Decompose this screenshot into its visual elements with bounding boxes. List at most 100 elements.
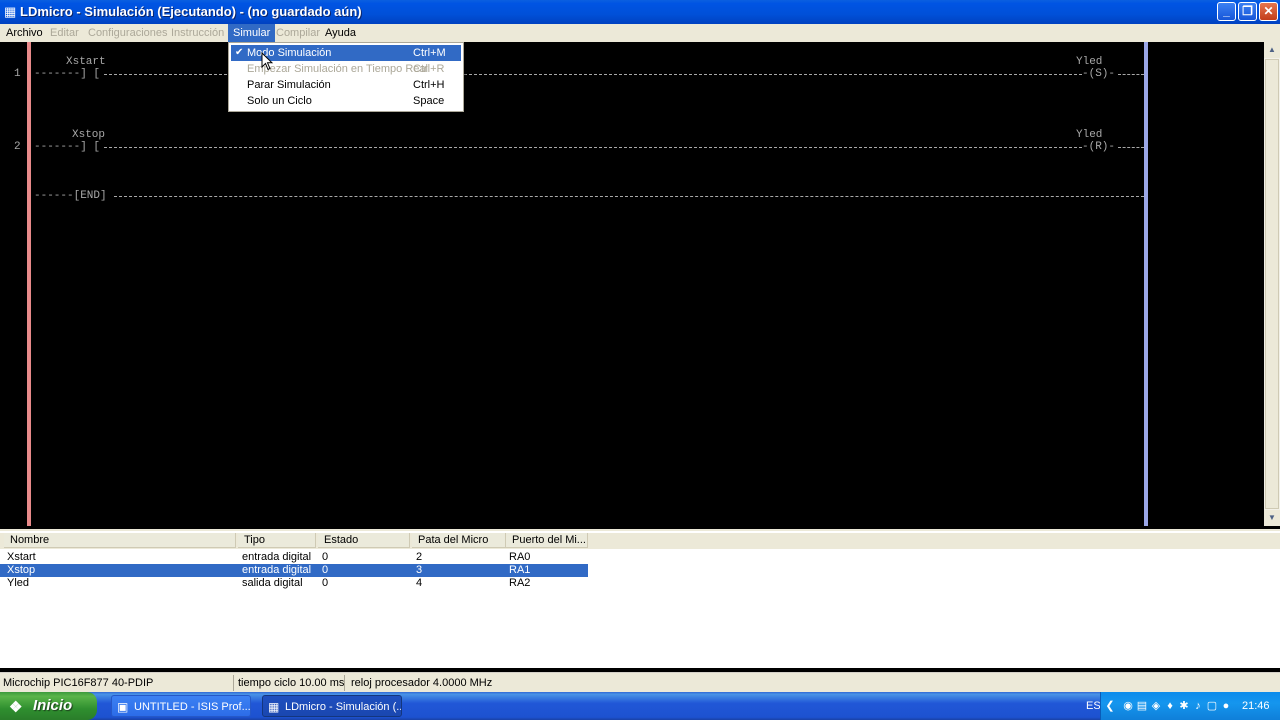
coil-name[interactable]: Yled xyxy=(1076,56,1102,68)
right-power-rail xyxy=(1144,42,1148,526)
left-power-rail xyxy=(27,42,31,526)
contact-symbol[interactable]: -------] [ xyxy=(34,141,100,153)
coil-name[interactable]: Yled xyxy=(1076,129,1102,141)
end-marker: ------[END] xyxy=(34,190,107,202)
menu-item-label: Parar Simulación xyxy=(247,79,331,91)
menu-item-shortcut: Ctrl+M xyxy=(413,47,446,59)
status-cycle: tiempo ciclo 10.00 ms xyxy=(238,677,345,689)
io-list-header: Nombre Tipo Estado Pata del Micro Puerto… xyxy=(0,533,1280,549)
menu-simular[interactable]: Simular xyxy=(228,24,276,42)
start-label: Inicio xyxy=(33,697,73,714)
contact-symbol[interactable]: -------] [ xyxy=(34,68,100,80)
status-divider xyxy=(344,675,345,691)
scroll-down-icon[interactable]: ▼ xyxy=(1264,510,1280,526)
col-header-pata[interactable]: Pata del Micro xyxy=(412,533,506,548)
cell-nombre: Xstop xyxy=(7,564,36,576)
rung-wire xyxy=(1118,74,1144,75)
cell-pata: 4 xyxy=(416,577,423,589)
cell-nombre: Xstart xyxy=(7,551,36,563)
col-header-nombre[interactable]: Nombre xyxy=(4,533,236,548)
cell-puerto: RA1 xyxy=(509,564,531,576)
menu-item-shortcut: Ctrl+R xyxy=(413,63,445,75)
tray-app-icon[interactable]: ✱ xyxy=(1177,699,1191,713)
maximize-button[interactable]: ❐ xyxy=(1238,2,1257,21)
ldmicro-icon: ▦ xyxy=(268,700,280,714)
clock[interactable]: 21:46 xyxy=(1242,700,1270,712)
menu-item-shortcut: Space xyxy=(413,95,445,107)
taskbar-item-isis[interactable]: ▣ UNTITLED - ISIS Prof... xyxy=(111,695,251,717)
taskbar-item-ldmicro[interactable]: ▦ LDmicro - Simulación (... xyxy=(262,695,402,717)
tray-volume-icon[interactable]: ♪ xyxy=(1191,699,1205,713)
tray-network-icon[interactable]: ▤ xyxy=(1135,699,1149,713)
menu-ayuda[interactable]: Ayuda xyxy=(320,26,361,40)
ladder-diagram[interactable]: 1 Xstart -------] [ Yled -(S)- 2 Xstop -… xyxy=(0,42,1264,526)
window-title: LDmicro - Simulación (Ejecutando) - (no … xyxy=(20,4,362,19)
cell-puerto: RA0 xyxy=(509,551,531,563)
menu-compilar[interactable]: Compilar xyxy=(271,26,325,40)
rung-wire xyxy=(114,196,1144,197)
menu-item-parar-simulacion[interactable]: Parar Simulación Ctrl+H xyxy=(231,77,461,93)
status-clock: reloj procesador 4.0000 MHz xyxy=(351,677,493,689)
tray-app-icon[interactable]: ♦ xyxy=(1163,699,1177,713)
check-icon: ✔ xyxy=(235,47,244,58)
coil-symbol[interactable]: -(S)- xyxy=(1082,68,1115,80)
mouse-cursor-icon xyxy=(261,52,273,71)
cell-tipo: entrada digital xyxy=(242,551,312,563)
menu-configuraciones[interactable]: Configuraciones xyxy=(83,26,173,40)
menu-bar: Archivo Editar Configuraciones Instrucci… xyxy=(0,24,1280,42)
cell-tipo: entrada digital xyxy=(242,564,312,576)
menu-instruccion[interactable]: Instrucción xyxy=(166,26,229,40)
menu-archivo[interactable]: Archivo xyxy=(1,26,48,40)
windows-flag-icon: ❖ xyxy=(9,699,23,716)
cell-estado: 0 xyxy=(322,577,329,589)
cell-pata: 2 xyxy=(416,551,423,563)
rung-wire xyxy=(104,147,1082,148)
contact-name[interactable]: Xstop xyxy=(72,129,105,141)
status-divider xyxy=(233,675,234,691)
table-row[interactable]: Xstart entrada digital 0 2 RA0 xyxy=(0,551,588,564)
coil-symbol[interactable]: -(R)- xyxy=(1082,141,1115,153)
cell-estado: 0 xyxy=(322,551,329,563)
tray-app-icon[interactable]: ▢ xyxy=(1205,699,1219,713)
scroll-up-icon[interactable]: ▲ xyxy=(1264,42,1280,58)
cell-tipo: salida digital xyxy=(242,577,303,589)
cell-estado: 0 xyxy=(322,564,329,576)
io-list[interactable]: Nombre Tipo Estado Pata del Micro Puerto… xyxy=(0,529,1280,668)
scroll-thumb[interactable] xyxy=(1265,59,1279,509)
table-row[interactable]: Yled salida digital 0 4 RA2 xyxy=(0,577,588,590)
menu-item-label: Solo un Ciclo xyxy=(247,95,312,107)
menu-item-solo-un-ciclo[interactable]: Solo un Ciclo Space xyxy=(231,93,461,109)
title-bar[interactable]: ▦ LDmicro - Simulación (Ejecutando) - (n… xyxy=(0,0,1280,24)
col-header-puerto[interactable]: Puerto del Mi... xyxy=(506,533,588,548)
taskbar: ❖ Inicio ▣ UNTITLED - ISIS Prof... ▦ LDm… xyxy=(0,692,1280,720)
menu-item-label: Modo Simulación xyxy=(247,47,332,59)
contact-name[interactable]: Xstart xyxy=(66,56,106,68)
status-bar: Microchip PIC16F877 40-PDIP tiempo ciclo… xyxy=(0,672,1280,693)
start-button[interactable]: ❖ Inicio xyxy=(0,692,97,720)
menu-item-shortcut: Ctrl+H xyxy=(413,79,445,91)
menu-editar[interactable]: Editar xyxy=(45,26,84,40)
cell-puerto: RA2 xyxy=(509,577,531,589)
tray-app-icon[interactable]: ◈ xyxy=(1149,699,1163,713)
taskbar-item-label: LDmicro - Simulación (... xyxy=(285,701,402,713)
minimize-button[interactable]: _ xyxy=(1217,2,1236,21)
status-micro: Microchip PIC16F877 40-PDIP xyxy=(3,677,154,689)
tray-antivirus-icon[interactable]: ◉ xyxy=(1121,699,1135,713)
cell-pata: 3 xyxy=(416,564,423,576)
language-indicator[interactable]: ES xyxy=(1086,700,1101,712)
taskbar-item-label: UNTITLED - ISIS Prof... xyxy=(134,701,251,713)
rung-wire xyxy=(1118,147,1144,148)
rung-number: 1 xyxy=(14,68,21,80)
cell-nombre: Yled xyxy=(7,577,30,589)
menu-item-label: Empezar Simulación en Tiempo Real xyxy=(247,63,428,75)
col-header-estado[interactable]: Estado xyxy=(318,533,410,548)
tray-expand-icon[interactable]: ❮ xyxy=(1103,699,1117,713)
tray-app-icon[interactable]: ● xyxy=(1219,699,1233,713)
rung-number: 2 xyxy=(14,141,21,153)
close-button[interactable]: ✕ xyxy=(1259,2,1278,21)
table-row[interactable]: Xstop entrada digital 0 3 RA1 xyxy=(0,564,588,577)
col-header-tipo[interactable]: Tipo xyxy=(238,533,316,548)
isis-icon: ▣ xyxy=(117,700,129,714)
vertical-scrollbar[interactable]: ▲ ▼ xyxy=(1264,42,1280,526)
app-icon: ▦ xyxy=(4,4,17,19)
